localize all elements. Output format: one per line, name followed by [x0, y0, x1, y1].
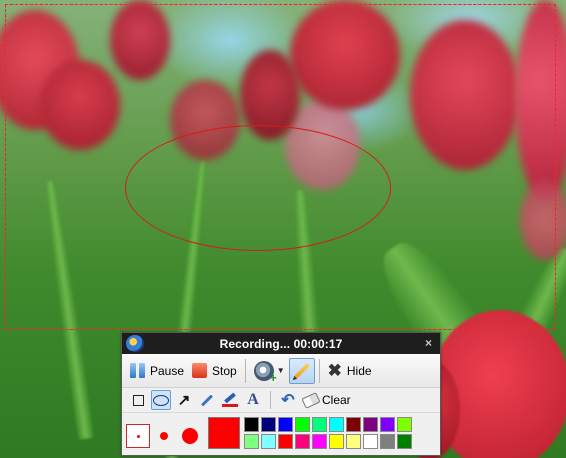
color-swatch[interactable]	[380, 434, 395, 449]
close-icon[interactable]: ×	[425, 336, 432, 350]
color-swatch[interactable]	[397, 434, 412, 449]
toolbar-divider	[244, 358, 246, 383]
color-swatch[interactable]	[346, 417, 361, 432]
pencil-icon	[200, 393, 214, 407]
clear-button[interactable]: Clear	[301, 390, 353, 410]
webcam-button[interactable]: ▼	[250, 358, 289, 385]
dot-large-icon	[182, 428, 198, 444]
chevron-down-icon[interactable]: ▼	[277, 366, 285, 375]
brush-size-large[interactable]	[178, 424, 202, 448]
pause-icon	[130, 363, 145, 378]
drawing-tools-bar: ↗ A ↶ Clear	[122, 388, 440, 413]
color-swatch[interactable]	[278, 417, 293, 432]
color-swatch[interactable]	[295, 434, 310, 449]
color-swatch[interactable]	[261, 434, 276, 449]
dot-medium-icon	[160, 432, 168, 440]
color-swatch[interactable]	[397, 417, 412, 432]
brush-size-selector	[126, 420, 208, 452]
hide-label: Hide	[346, 363, 372, 378]
text-tool[interactable]: A	[243, 390, 263, 410]
text-icon: A	[247, 391, 259, 408]
toolbar-divider	[318, 358, 320, 383]
undo-icon: ↶	[281, 392, 295, 409]
color-swatch[interactable]	[244, 417, 259, 432]
drawn-ellipse-annotation	[125, 125, 391, 251]
highlighter-icon	[222, 392, 238, 408]
current-color-swatch[interactable]	[208, 417, 240, 449]
toolbar-divider	[270, 391, 271, 409]
color-palette	[244, 417, 429, 449]
pencil-tool[interactable]	[197, 390, 217, 410]
ellipse-icon	[153, 394, 169, 406]
color-swatch[interactable]	[363, 417, 378, 432]
color-swatch[interactable]	[295, 417, 310, 432]
webcam-icon	[253, 360, 277, 385]
color-swatch[interactable]	[261, 417, 276, 432]
hide-button[interactable]: ✖ Hide	[324, 358, 376, 383]
color-swatch[interactable]	[329, 417, 344, 432]
color-swatch[interactable]	[278, 434, 293, 449]
brush-size-medium[interactable]	[152, 424, 176, 448]
undo-button[interactable]: ↶	[278, 390, 298, 410]
pause-button[interactable]: Pause	[126, 358, 188, 383]
stop-button[interactable]: Stop	[188, 358, 241, 383]
arrow-tool[interactable]: ↗	[174, 390, 194, 410]
pen-icon	[293, 362, 310, 379]
brush-size-small[interactable]	[126, 424, 150, 448]
recorder-titlebar[interactable]: Recording... 00:00:17 ×	[122, 333, 440, 354]
recording-status-title: Recording... 00:00:17	[219, 336, 343, 351]
highlighter-tool[interactable]	[220, 390, 240, 410]
eraser-icon	[301, 391, 321, 409]
color-swatch[interactable]	[346, 434, 361, 449]
main-toolbar: Pause Stop ▼ ✖ Hide	[122, 354, 440, 388]
recorder-logo-icon	[126, 335, 144, 352]
arrow-icon: ↗	[177, 391, 191, 409]
pause-label: Pause	[150, 363, 185, 378]
rectangle-icon	[132, 394, 144, 406]
color-swatch[interactable]	[363, 434, 378, 449]
color-swatch[interactable]	[244, 434, 259, 449]
dot-small-icon	[136, 434, 140, 438]
color-swatch[interactable]	[380, 417, 395, 432]
ellipse-tool[interactable]	[151, 390, 171, 410]
color-swatch[interactable]	[312, 434, 327, 449]
stop-label: Stop	[212, 363, 237, 378]
color-swatch[interactable]	[329, 434, 344, 449]
rectangle-tool[interactable]	[128, 390, 148, 410]
recorder-panel: Recording... 00:00:17 × Pause Stop ▼ ✖ H…	[121, 332, 441, 456]
stop-icon	[192, 363, 208, 378]
close-x-icon: ✖	[327, 361, 342, 380]
color-swatch[interactable]	[312, 417, 327, 432]
annotate-pen-button[interactable]	[288, 357, 315, 384]
brush-settings	[122, 413, 440, 458]
clear-label: Clear	[322, 393, 351, 407]
